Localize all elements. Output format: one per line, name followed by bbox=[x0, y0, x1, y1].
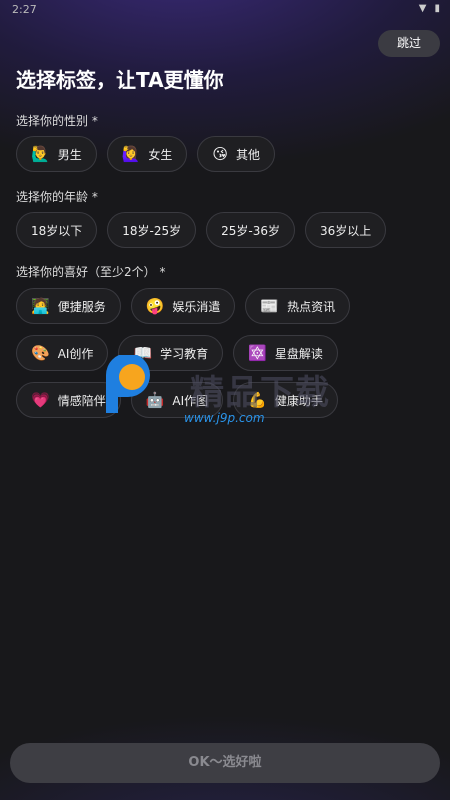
gender-option-label: 男生 bbox=[57, 147, 82, 162]
hobby-option-education[interactable]: 📖 学习教育 bbox=[118, 335, 224, 371]
hobby-option-convenient-services[interactable]: 🧑‍💻 便捷服务 bbox=[16, 288, 121, 324]
flexed-biceps-icon: 💪 bbox=[248, 391, 267, 409]
wifi-icon: ▼ bbox=[418, 3, 427, 14]
hobby-option-hot-news[interactable]: 📰 热点资讯 bbox=[245, 288, 351, 324]
newspaper-icon: 📰 bbox=[260, 297, 280, 315]
hobby-option-companionship[interactable]: 💗 情感陪伴 bbox=[16, 382, 121, 418]
hobby-option-label: 学习教育 bbox=[160, 346, 209, 361]
battery-icon: ▮ bbox=[434, 3, 440, 14]
hobby-option-label: 热点资讯 bbox=[287, 299, 336, 314]
hobby-option-label: 健康助手 bbox=[274, 393, 323, 408]
sparkling-heart-icon: 💗 bbox=[31, 391, 50, 409]
confirm-button[interactable]: OK～选好啦 bbox=[10, 743, 440, 783]
hobby-options-row-2: 🎨 AI创作 📖 学习教育 🔯 星盘解读 bbox=[16, 335, 338, 371]
hobby-options-row-3: 💗 情感陪伴 🤖 AI作图 💪 健康助手 bbox=[16, 382, 338, 418]
status-time: 2:27 bbox=[12, 3, 37, 16]
palette-icon: 🎨 bbox=[31, 344, 50, 362]
hobby-option-label: AI创作 bbox=[57, 346, 94, 361]
gender-option-other[interactable]: 😘 其他 bbox=[197, 136, 276, 172]
gender-option-label: 女生 bbox=[148, 147, 173, 162]
technologist-icon: 🧑‍💻 bbox=[31, 297, 50, 315]
hobby-option-label: 情感陪伴 bbox=[57, 393, 106, 408]
star-of-david-icon: 🔯 bbox=[248, 344, 267, 362]
age-option-18-25[interactable]: 18岁-25岁 bbox=[107, 212, 197, 248]
hobby-option-astrology[interactable]: 🔯 星盘解读 bbox=[233, 335, 338, 371]
hobby-options-row-1: 🧑‍💻 便捷服务 🤪 娱乐消遣 📰 热点资讯 bbox=[16, 288, 351, 324]
woman-raising-hand-icon: 🙋‍♀️ bbox=[121, 145, 141, 163]
hobby-option-label: 便捷服务 bbox=[57, 299, 106, 314]
age-option-25-36[interactable]: 25岁-36岁 bbox=[206, 212, 296, 248]
hobby-section-label: 选择你的喜好（至少2个） * bbox=[16, 265, 166, 279]
zany-face-icon: 🤪 bbox=[145, 297, 165, 315]
gender-options: 🙋‍♂️ 男生 🙋‍♀️ 女生 😘 其他 bbox=[16, 136, 276, 172]
kissing-face-icon: 😘 bbox=[212, 145, 229, 163]
gender-option-male[interactable]: 🙋‍♂️ 男生 bbox=[16, 136, 97, 172]
hobby-option-label: 星盘解读 bbox=[274, 346, 323, 361]
status-icons: ▼ ▮ bbox=[419, 3, 440, 14]
skip-button[interactable]: 跳过 bbox=[378, 30, 440, 57]
age-option-under-18[interactable]: 18岁以下 bbox=[16, 212, 98, 248]
age-section-label: 选择你的年龄 * bbox=[16, 190, 98, 204]
gender-section-label: 选择你的性别 * bbox=[16, 114, 98, 128]
hobby-option-label: 娱乐消遣 bbox=[172, 299, 221, 314]
gender-option-female[interactable]: 🙋‍♀️ 女生 bbox=[106, 136, 188, 172]
robot-icon: 🤖 bbox=[145, 391, 165, 409]
hobby-option-label: AI作图 bbox=[172, 393, 209, 408]
hobby-option-health[interactable]: 💪 健康助手 bbox=[233, 382, 338, 418]
page-title: 选择标签，让TA更懂你 bbox=[16, 68, 224, 92]
hobby-option-entertainment[interactable]: 🤪 娱乐消遣 bbox=[130, 288, 236, 324]
open-book-icon: 📖 bbox=[133, 344, 153, 362]
status-bar: 2:27 ▼ ▮ bbox=[0, 0, 450, 20]
gender-option-label: 其他 bbox=[236, 147, 261, 162]
age-option-over-36[interactable]: 36岁以上 bbox=[305, 212, 387, 248]
hobby-option-ai-drawing[interactable]: 🤖 AI作图 bbox=[130, 382, 224, 418]
hobby-option-ai-creation[interactable]: 🎨 AI创作 bbox=[16, 335, 109, 371]
man-raising-hand-icon: 🙋‍♂️ bbox=[31, 145, 50, 163]
age-options: 18岁以下 18岁-25岁 25岁-36岁 36岁以上 bbox=[16, 212, 387, 248]
